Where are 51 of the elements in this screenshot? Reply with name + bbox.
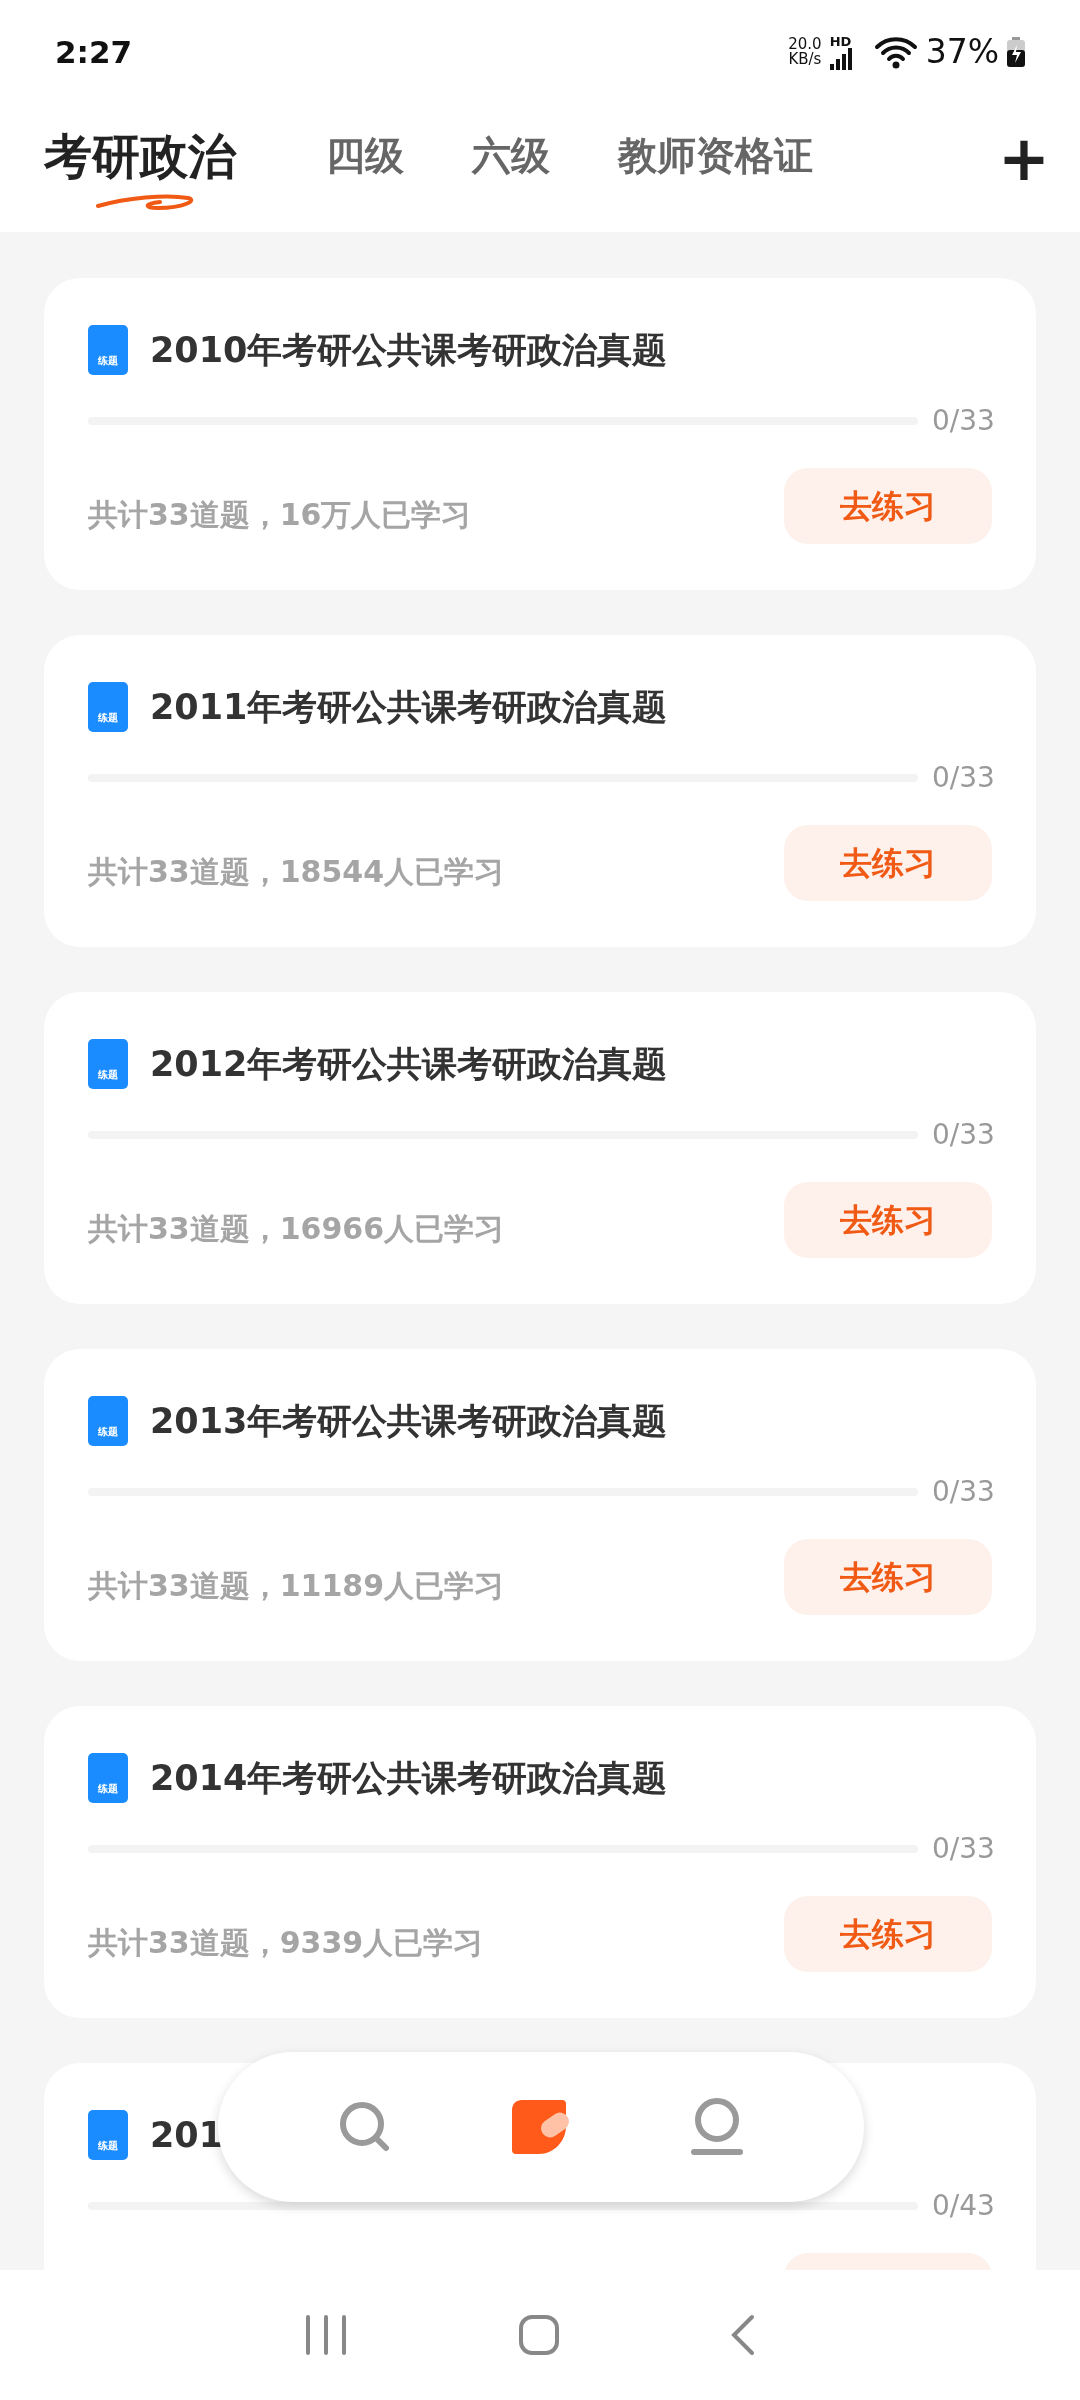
stats-text: 共计33道题，16966人已学习 xyxy=(88,1209,505,1248)
exercise-card[interactable]: 练题 2012年考研公共课考研政治真题 0/33 共计33道题，16966人已学习 去练习 xyxy=(44,992,1036,1304)
icon-label: 练题 xyxy=(98,2141,118,2151)
category-tab[interactable]: 教师资格证 xyxy=(618,126,813,206)
battery-charging-icon xyxy=(1007,37,1025,67)
stats-text: 共计33道题，18544人已学习 xyxy=(88,852,505,891)
wifi-icon xyxy=(873,35,918,69)
practice-icon[interactable] xyxy=(512,2100,570,2154)
category-tab[interactable]: 考研政治 xyxy=(44,120,236,212)
practice-button[interactable]: 去练习 xyxy=(784,1182,992,1258)
signal-icon xyxy=(829,47,854,70)
progress-count: 0/33 xyxy=(932,1831,992,1867)
profile-icon[interactable] xyxy=(688,2098,745,2156)
exercise-card[interactable]: 练题 2013年考研公共课考研政治真题 0/33 共计33道题，11189人已学习 去练习 xyxy=(44,1349,1036,1661)
category-tab[interactable]: 六级 xyxy=(472,126,550,206)
practice-button[interactable]: 去练习 xyxy=(784,1896,992,1972)
exercise-title: 2010年考研公共课考研政治真题 xyxy=(150,328,668,372)
exercise-title: 2011年考研公共课考研政治真题 xyxy=(150,685,668,729)
battery-percent: 37% xyxy=(925,31,999,74)
status-time: 2:27 xyxy=(55,32,133,72)
exercise-title: 2013年考研公共课考研政治真题 xyxy=(150,1399,668,1443)
icon-label: 练题 xyxy=(98,1784,118,1794)
icon-label: 练题 xyxy=(98,1070,118,1080)
progress-count: 0/33 xyxy=(932,403,992,439)
exercise-card[interactable]: 练题 2014年考研公共课考研政治真题 0/33 共计33道题，9339人已学习 去练习 xyxy=(44,1706,1036,2018)
add-category-button[interactable]: + xyxy=(998,128,1050,204)
progress-count: 0/33 xyxy=(932,1117,992,1153)
network-speed: 20.0 xyxy=(788,37,822,52)
recent-apps-icon[interactable] xyxy=(304,2315,348,2355)
exercise-card[interactable]: 练题 2010年考研公共课考研政治真题 0/33 共计33道题，16万人已学习 去练习 xyxy=(44,278,1036,590)
practice-button[interactable]: 去练习 xyxy=(784,1539,992,1615)
icon-label: 练题 xyxy=(98,356,118,366)
exercise-card[interactable]: 练题 2011年考研公共课考研政治真题 0/33 共计33道题，18544人已学习 去练习 xyxy=(44,635,1036,947)
stats-text: 共计33道题，11189人已学习 xyxy=(88,1566,505,1605)
category-tab[interactable]: 四级 xyxy=(326,126,404,206)
practice-button[interactable]: 去练习 xyxy=(784,825,992,901)
practice-button[interactable]: 去练习 xyxy=(784,468,992,544)
back-icon[interactable] xyxy=(730,2314,756,2356)
exercise-title: 2014年考研公共课考研政治真题 xyxy=(150,1756,668,1800)
stats-text: 共计33道题，16万人已学习 xyxy=(88,495,472,534)
icon-label: 练题 xyxy=(98,713,118,723)
progress-count: 0/33 xyxy=(932,760,992,796)
home-icon[interactable] xyxy=(518,2314,560,2356)
icon-label: 练题 xyxy=(98,1427,118,1437)
stats-text: 共计33道题，9339人已学习 xyxy=(88,1923,484,1962)
network-type: HD xyxy=(829,34,852,48)
exercise-title: 2012年考研公共课考研政治真题 xyxy=(150,1042,668,1086)
network-unit: KB/s xyxy=(788,52,822,67)
progress-count: 0/43 xyxy=(932,2188,992,2224)
progress-count: 0/33 xyxy=(932,1474,992,1510)
exercise-title: 201 xyxy=(150,2113,224,2157)
